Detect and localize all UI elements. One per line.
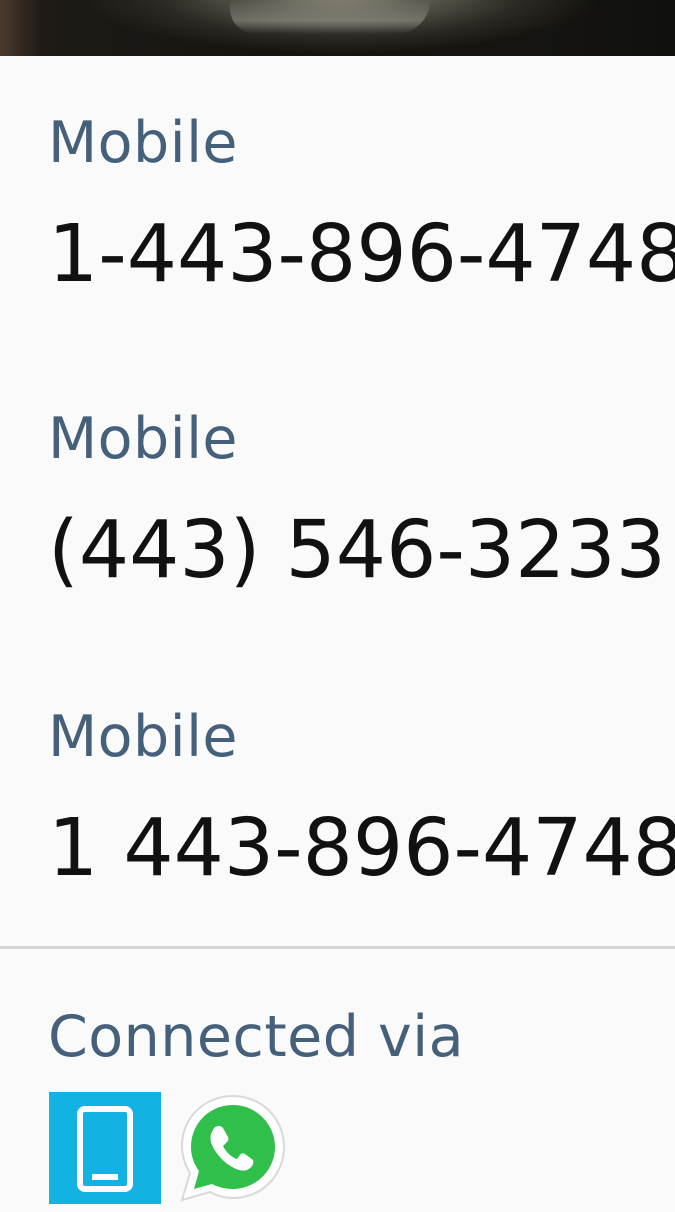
phone-type-label: Mobile bbox=[48, 406, 238, 472]
phone-type-label: Mobile bbox=[48, 704, 238, 770]
connected-apps bbox=[48, 1092, 308, 1204]
phone-type-label: Mobile bbox=[48, 110, 238, 176]
photo-highlight bbox=[230, 0, 430, 34]
contact-header-photo bbox=[0, 0, 675, 56]
section-divider bbox=[0, 946, 675, 949]
phone-number[interactable]: (443) 546-3233 bbox=[48, 511, 666, 590]
connected-via-label: Connected via bbox=[48, 1004, 465, 1070]
mobile-device-icon[interactable] bbox=[49, 1092, 161, 1204]
whatsapp-icon[interactable] bbox=[174, 1090, 292, 1208]
phone-number[interactable]: 1 443-896-4748 bbox=[48, 809, 675, 888]
phone-number[interactable]: 1-443-896-4748 bbox=[48, 215, 675, 294]
